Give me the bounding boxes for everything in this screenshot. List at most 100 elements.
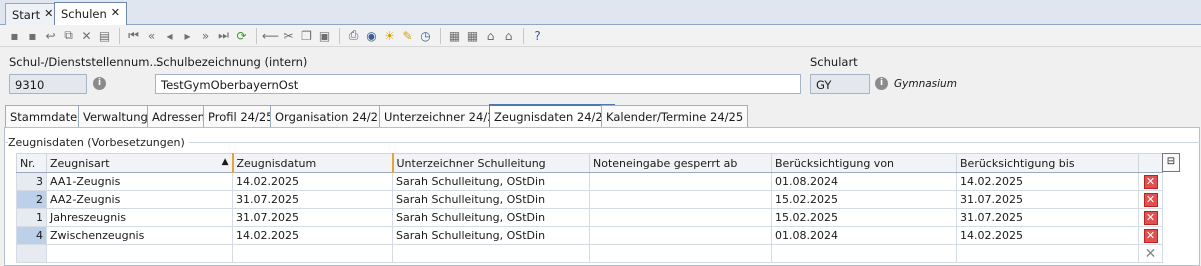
copy-icon[interactable]: ⧉ — [60, 28, 77, 44]
cell-von[interactable]: 01.08.2024 — [771, 226, 957, 245]
cell-datum[interactable] — [232, 244, 393, 263]
cell-zeugnisart[interactable]: Zwischenzeugnis — [46, 226, 233, 245]
cell-gesperrt[interactable] — [589, 208, 772, 227]
cell-bis[interactable] — [956, 244, 1139, 263]
table-row[interactable]: 3 AA1-Zeugnis 14.02.2025 Sarah Schulleit… — [16, 172, 1163, 191]
delete-row-icon[interactable]: ✕ — [1143, 210, 1158, 225]
cell-gesperrt[interactable] — [589, 244, 772, 263]
tab-kalender[interactable]: Kalender/Termine 24/25 — [601, 105, 749, 127]
info-icon[interactable]: i — [93, 77, 106, 90]
grid1-icon[interactable]: ▦ — [446, 28, 463, 44]
delete-row-icon[interactable]: ✕ — [1143, 192, 1158, 207]
cell-bis[interactable]: 31.07.2025 — [956, 190, 1139, 209]
prev-icon[interactable]: ◂ — [161, 28, 178, 44]
cell-von[interactable] — [771, 244, 957, 263]
cell-action: ✕ — [1138, 244, 1163, 263]
clock-icon[interactable]: ◷ — [417, 28, 434, 44]
last-icon[interactable]: ⏭ — [215, 28, 232, 44]
hint-icon[interactable]: ☀ — [381, 28, 398, 44]
table-row[interactable]: 4 Zwischenzeugnis 14.02.2025 Sarah Schul… — [16, 226, 1163, 245]
col-von[interactable]: Berücksichtigung von — [771, 153, 957, 173]
cell-bis[interactable]: 14.02.2025 — [956, 226, 1139, 245]
cell-unterzeichner[interactable] — [392, 244, 590, 263]
cell-von[interactable]: 15.02.2025 — [771, 208, 957, 227]
tab-verwaltung[interactable]: Verwaltung — [78, 105, 153, 127]
separator — [440, 27, 441, 44]
delete-row-icon[interactable]: ✕ — [1143, 174, 1158, 189]
cell-von[interactable]: 15.02.2025 — [771, 190, 957, 209]
tab-adressen[interactable]: Adressen — [147, 105, 210, 127]
col-zeugnisdatum[interactable]: Zeugnisdatum — [231, 153, 393, 173]
prev-page-icon[interactable]: « — [143, 28, 160, 44]
clean-icon[interactable]: ✎ — [399, 28, 416, 44]
print-icon[interactable]: ⎙ — [345, 28, 362, 44]
save-disabled-icon[interactable]: ▪ — [6, 28, 23, 44]
cell-bis[interactable]: 31.07.2025 — [956, 208, 1139, 227]
cell-bis[interactable]: 14.02.2025 — [956, 172, 1139, 191]
cell-unterzeichner[interactable]: Sarah Schulleitung, OStDin — [392, 208, 590, 227]
new-row[interactable]: ✕ — [16, 244, 1163, 263]
col-zeugnisart-label: Zeugnisart — [50, 156, 110, 170]
cut-icon[interactable]: ✂ — [280, 28, 297, 44]
cell-unterzeichner[interactable]: Sarah Schulleitung, OStDin — [392, 190, 590, 209]
grid2-icon[interactable]: ▦ — [464, 28, 481, 44]
copy2-icon[interactable]: ❐ — [298, 28, 315, 44]
first-icon[interactable]: ⏮ — [125, 28, 142, 44]
help-icon[interactable]: ? — [529, 28, 546, 44]
schulbez-field[interactable]: TestGymOberbayernOst — [155, 74, 801, 94]
house2-icon[interactable]: ⌂ — [500, 28, 517, 44]
cell-datum[interactable]: 14.02.2025 — [232, 172, 393, 191]
schulart-text: Gymnasium — [894, 78, 957, 90]
col-nr[interactable]: Nr. — [16, 153, 47, 173]
cell-datum[interactable]: 14.02.2025 — [232, 226, 393, 245]
cell-zeugnisart[interactable]: Jahreszeugnis — [46, 208, 233, 227]
col-gesperrt[interactable]: Noteneingabe gesperrt ab — [589, 153, 772, 173]
col-zeugnisart[interactable]: Zeugnisart ▲ — [46, 153, 233, 173]
cell-gesperrt[interactable] — [589, 226, 772, 245]
close-icon[interactable]: ✕ — [111, 7, 120, 19]
next-icon[interactable]: ▸ — [179, 28, 196, 44]
cell-zeugnisart[interactable]: AA2-Zeugnis — [46, 190, 233, 209]
cell-gesperrt[interactable] — [589, 172, 772, 191]
tab-zeugnisdaten[interactable]: Zeugnisdaten 24/25 — [489, 104, 616, 128]
cell-action: ✕ — [1138, 190, 1163, 209]
table-row[interactable]: 2 AA2-Zeugnis 31.07.2025 Sarah Schulleit… — [16, 190, 1163, 209]
schulnr-field[interactable]: 9310 — [9, 74, 87, 94]
next-page-icon[interactable]: » — [197, 28, 214, 44]
house1-icon[interactable]: ⌂ — [482, 28, 499, 44]
cell-datum[interactable]: 31.07.2025 — [232, 208, 393, 227]
paste-icon[interactable]: ▣ — [316, 28, 333, 44]
refresh-icon[interactable]: ⟳ — [233, 28, 250, 44]
schulart-label: Schulart — [810, 55, 858, 69]
tab-unterzeichner[interactable]: Unterzeichner 24/25 — [379, 105, 507, 127]
tab-organisation[interactable]: Organisation 24/25 — [270, 105, 391, 127]
cell-zeugnisart[interactable]: AA1-Zeugnis — [46, 172, 233, 191]
cell-datum[interactable]: 31.07.2025 — [232, 190, 393, 209]
tab-start[interactable]: Start ✕ — [5, 3, 61, 25]
table-row[interactable]: 1 Jahreszeugnis 31.07.2025 Sarah Schulle… — [16, 208, 1163, 227]
tab-stammdaten[interactable]: Stammdaten — [5, 105, 90, 127]
cell-unterzeichner[interactable]: Sarah Schulleitung, OStDin — [392, 226, 590, 245]
cell-gesperrt[interactable] — [589, 190, 772, 209]
preview-icon[interactable]: ◉ — [363, 28, 380, 44]
zeugnis-grid: Nr. Zeugnisart ▲ Zeugnisdatum Unterzeichn… — [16, 153, 1163, 263]
info-icon[interactable]: i — [875, 77, 888, 90]
delete-row-icon[interactable]: ✕ — [1143, 228, 1158, 243]
close-icon[interactable]: ✕ — [44, 8, 53, 20]
cell-von[interactable]: 01.08.2024 — [771, 172, 957, 191]
cell-nr: 1 — [16, 208, 47, 227]
tab-profil[interactable]: Profil 24/25 — [203, 105, 279, 127]
save-icon[interactable]: ▪ — [24, 28, 41, 44]
col-unterzeichner[interactable]: Unterzeichner Schulleitung — [391, 153, 590, 173]
undo-icon[interactable]: ↩ — [42, 28, 59, 44]
tab-schulen-label: Schulen — [61, 7, 107, 21]
tab-schulen[interactable]: Schulen ✕ — [54, 2, 127, 26]
report-icon[interactable]: ▤ — [96, 28, 113, 44]
column-chooser-icon[interactable]: ⊟ — [1162, 153, 1180, 172]
cell-zeugnisart[interactable] — [46, 244, 233, 263]
col-bis[interactable]: Berücksichtigung bis — [956, 153, 1139, 173]
delete-icon[interactable]: ✕ — [78, 28, 95, 44]
back-icon[interactable]: ⟵ — [262, 28, 279, 44]
cell-unterzeichner[interactable]: Sarah Schulleitung, OStDin — [392, 172, 590, 191]
schulart-field[interactable]: GY — [810, 74, 870, 94]
